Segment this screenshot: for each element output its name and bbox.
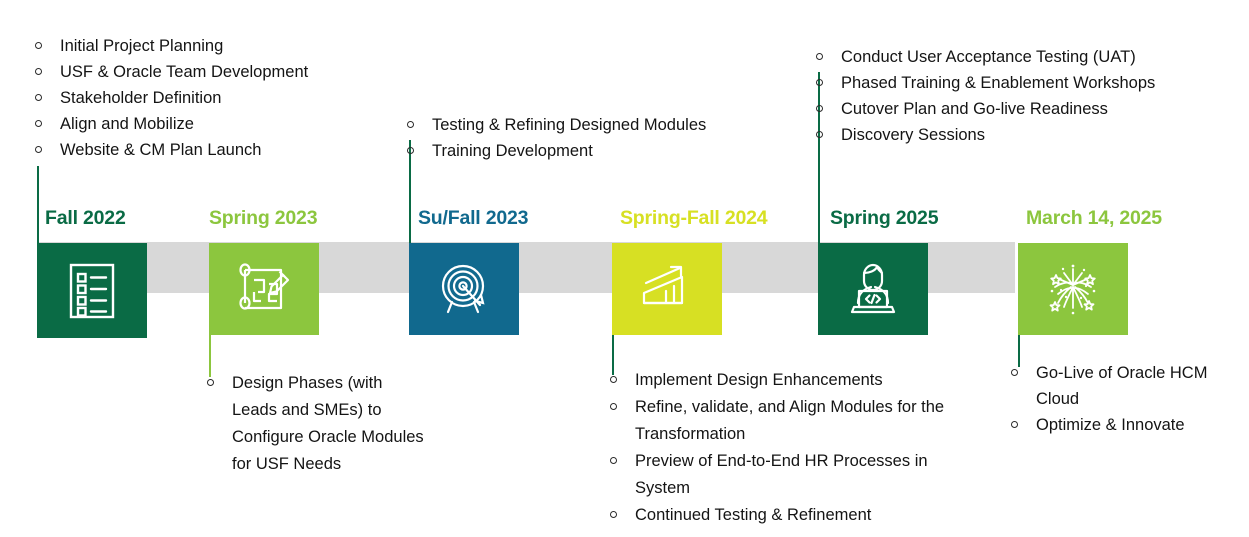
milestone-icon-box-spring-2025 — [818, 243, 928, 335]
target-bullseye-icon — [441, 264, 485, 314]
bullet-text: Align and Mobilize — [60, 115, 194, 133]
milestone-label-spring-2025: Spring 2025 — [830, 207, 939, 229]
milestone-icon-box-spring-fall-2024 — [612, 243, 722, 335]
bullet-marker-icon — [207, 379, 214, 386]
bullet-list-spring-2025: Conduct User Acceptance Testing (UAT) Ph… — [813, 44, 1233, 148]
bullet-list-march-14-2025: Go-Live of Oracle HCM Cloud Optimize & I… — [1008, 360, 1238, 438]
connector-stem-fall-2022 — [37, 166, 39, 244]
bullet-text: Go-Live of Oracle HCM Cloud — [1036, 364, 1208, 408]
milestone-icon-box-spring-2023 — [209, 243, 319, 335]
bullet-marker-icon — [610, 403, 617, 410]
milestone-label-spring-fall-2024: Spring-Fall 2024 — [620, 207, 768, 229]
bullet-marker-icon — [816, 105, 823, 112]
bullet-marker-icon — [1011, 369, 1018, 376]
list-item: Design Phases (with Leads and SMEs) to C… — [204, 370, 424, 478]
list-item: Preview of End-to-End HR Processes in Sy… — [607, 448, 957, 502]
bullet-marker-icon — [610, 511, 617, 518]
milestone-label-su-fall-2023: Su/Fall 2023 — [418, 207, 529, 229]
bullet-marker-icon — [407, 147, 414, 154]
milestone-label-spring-2023: Spring 2023 — [209, 207, 318, 229]
bullet-marker-icon — [35, 120, 42, 127]
milestone-icon-box-fall-2022 — [37, 243, 147, 338]
list-item: Initial Project Planning — [32, 33, 402, 59]
list-item: Training Development — [404, 138, 774, 164]
growth-chart-icon — [642, 265, 684, 305]
list-item: Refine, validate, and Align Modules for … — [607, 394, 957, 448]
list-item: USF & Oracle Team Development — [32, 59, 402, 85]
list-item: Stakeholder Definition — [32, 85, 402, 111]
bullet-text: Design Phases (with Leads and SMEs) to C… — [232, 374, 424, 473]
bullet-text: Preview of End-to-End HR Processes in Sy… — [635, 452, 928, 497]
bullet-marker-icon — [35, 146, 42, 153]
bullet-marker-icon — [1011, 421, 1018, 428]
bullet-text: Phased Training & Enablement Workshops — [841, 74, 1156, 92]
milestone-icon-box-su-fall-2023 — [409, 243, 519, 335]
callout-spring-2023: Design Phases (with Leads and SMEs) to C… — [204, 370, 424, 478]
bullet-text: Implement Design Enhancements — [635, 371, 883, 389]
developer-laptop-icon — [850, 263, 896, 314]
bullet-marker-icon — [35, 42, 42, 49]
bullet-list-su-fall-2023: Testing & Refining Designed Modules Trai… — [404, 112, 774, 164]
bullet-marker-icon — [407, 121, 414, 128]
bullet-marker-icon — [610, 376, 617, 383]
bullet-text: USF & Oracle Team Development — [60, 63, 309, 81]
bullet-text: Stakeholder Definition — [60, 89, 222, 107]
bullet-text: Website & CM Plan Launch — [60, 141, 262, 159]
bullet-marker-icon — [35, 94, 42, 101]
list-item: Optimize & Innovate — [1008, 412, 1238, 438]
list-item: Website & CM Plan Launch — [32, 137, 402, 163]
callout-spring-2025: Conduct User Acceptance Testing (UAT) Ph… — [813, 44, 1233, 148]
callout-fall-2022: Initial Project Planning USF & Oracle Te… — [32, 33, 402, 163]
checklist-icon — [69, 263, 115, 318]
blueprint-pencil-icon — [239, 263, 290, 310]
bullet-text: Discovery Sessions — [841, 126, 985, 144]
list-item: Continued Testing & Refinement — [607, 502, 957, 529]
bullet-text: Refine, validate, and Align Modules for … — [635, 398, 945, 443]
bullet-list-spring-2023: Design Phases (with Leads and SMEs) to C… — [204, 370, 424, 478]
bullet-text: Cutover Plan and Go-live Readiness — [841, 100, 1108, 118]
milestone-label-march-14-2025: March 14, 2025 — [1026, 207, 1162, 229]
callout-spring-fall-2024: Implement Design Enhancements Refine, va… — [607, 367, 957, 529]
bullet-marker-icon — [816, 131, 823, 138]
callout-march-14-2025: Go-Live of Oracle HCM Cloud Optimize & I… — [1008, 360, 1238, 438]
milestone-icon-box-march-14-2025 — [1018, 243, 1128, 335]
project-timeline-infographic: Fall 2022 Initial Project Planning USF &… — [0, 0, 1249, 537]
milestone-label-fall-2022: Fall 2022 — [45, 207, 126, 229]
list-item: Align and Mobilize — [32, 111, 402, 137]
bullet-text: Initial Project Planning — [60, 37, 224, 55]
bullet-list-spring-fall-2024: Implement Design Enhancements Refine, va… — [607, 367, 957, 529]
list-item: Go-Live of Oracle HCM Cloud — [1008, 360, 1238, 412]
list-item: Conduct User Acceptance Testing (UAT) — [813, 44, 1233, 70]
list-item: Implement Design Enhancements — [607, 367, 957, 394]
bullet-marker-icon — [816, 53, 823, 60]
bullet-text: Continued Testing & Refinement — [635, 506, 872, 524]
bullet-marker-icon — [610, 457, 617, 464]
fireworks-icon — [1049, 264, 1096, 315]
bullet-text: Testing & Refining Designed Modules — [432, 116, 707, 134]
bullet-marker-icon — [35, 68, 42, 75]
bullet-list-fall-2022: Initial Project Planning USF & Oracle Te… — [32, 33, 402, 163]
bullet-text: Conduct User Acceptance Testing (UAT) — [841, 48, 1136, 66]
bullet-text: Training Development — [432, 142, 593, 160]
list-item: Cutover Plan and Go-live Readiness — [813, 96, 1233, 122]
bullet-marker-icon — [816, 79, 823, 86]
callout-su-fall-2023: Testing & Refining Designed Modules Trai… — [404, 112, 774, 164]
list-item: Discovery Sessions — [813, 122, 1233, 148]
list-item: Phased Training & Enablement Workshops — [813, 70, 1233, 96]
bullet-text: Optimize & Innovate — [1036, 416, 1185, 434]
list-item: Testing & Refining Designed Modules — [404, 112, 774, 138]
